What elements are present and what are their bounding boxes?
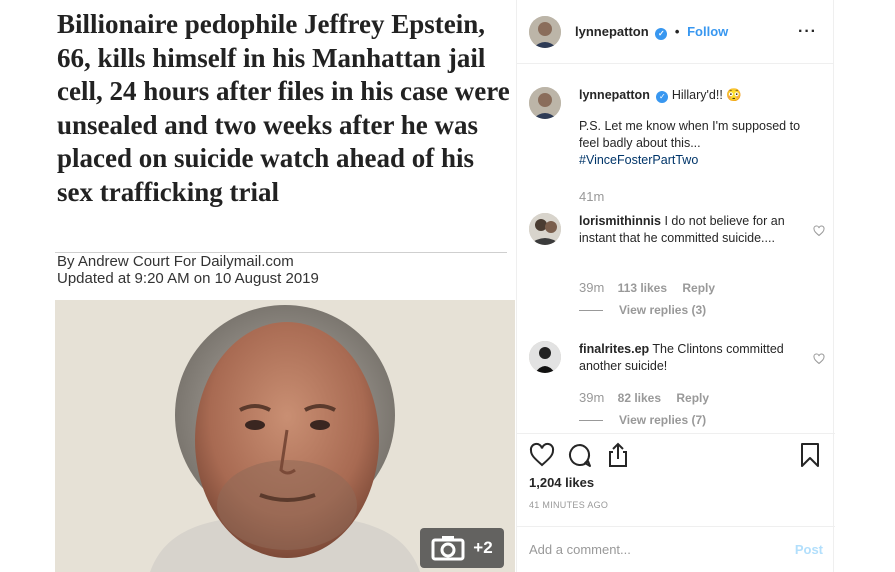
post-image[interactable]: Billionaire pedophile Jeffrey Epstein, 6… xyxy=(55,0,515,572)
portrait-photo: +2 xyxy=(55,300,515,572)
heart-icon[interactable] xyxy=(529,442,555,468)
caption-time[interactable]: 41m xyxy=(579,189,604,204)
header-username[interactable]: lynnepatton ✓ • Follow xyxy=(575,24,728,40)
verified-icon: ✓ xyxy=(656,91,669,103)
caption-meta: 41m xyxy=(579,189,614,204)
avatar-image xyxy=(529,15,561,48)
avatar-image xyxy=(529,213,561,245)
replies-line xyxy=(579,309,603,311)
caption-text: Hillary'd!! 😳 xyxy=(671,88,742,102)
article-headline: Billionaire pedophile Jeffrey Epstein, 6… xyxy=(57,9,510,207)
post-header: lynnepatton ✓ • Follow ··· xyxy=(517,0,833,64)
more-icon[interactable]: ··· xyxy=(798,23,817,41)
avatar[interactable] xyxy=(529,341,561,373)
post-button[interactable]: Post xyxy=(795,542,823,557)
comment-likes[interactable]: 82 likes xyxy=(618,391,661,405)
likes-count[interactable]: 1,204 likes xyxy=(529,475,594,490)
reply-button[interactable]: Reply xyxy=(676,391,709,405)
post-panel: lynnepatton ✓ • Follow ··· lynnepatton ✓… xyxy=(516,0,835,572)
view-replies-label[interactable]: View replies (3) xyxy=(619,303,706,317)
follow-button[interactable]: Follow xyxy=(687,24,728,39)
comment-body: finalrites.ep The Clintons committed ano… xyxy=(579,341,799,375)
avatar[interactable] xyxy=(529,213,561,245)
comment-time[interactable]: 39m xyxy=(579,390,604,405)
comment-meta: 39m 82 likes Reply xyxy=(579,390,721,405)
avatar[interactable] xyxy=(529,87,561,119)
article-byline: By Andrew Court For Dailymail.com xyxy=(57,253,294,270)
camera-icon xyxy=(431,536,465,561)
comment-icon[interactable] xyxy=(567,442,593,468)
post-actions: 1,204 likes 41 MINUTES AGO xyxy=(517,433,835,518)
caption-line1: lynnepatton ✓ Hillary'd!! 😳 xyxy=(579,87,819,104)
article-updated: Updated at 9:20 AM on 10 August 2019 xyxy=(57,270,319,287)
comments-list[interactable]: lynnepatton ✓ Hillary'd!! 😳 P.S. Let me … xyxy=(517,65,835,433)
comment-input[interactable] xyxy=(529,542,795,557)
comment-body: lorismithinnis I do not believe for an i… xyxy=(579,213,799,247)
view-replies[interactable]: View replies (3) xyxy=(579,303,706,317)
heart-icon[interactable] xyxy=(813,353,825,365)
replies-line xyxy=(579,419,603,421)
bookmark-icon[interactable] xyxy=(797,442,823,468)
username-text[interactable]: lynnepatton xyxy=(575,24,649,39)
comment-meta: 39m 113 likes Reply xyxy=(579,280,727,295)
avatar-image xyxy=(529,87,561,119)
comment-username[interactable]: finalrites.ep xyxy=(579,342,649,356)
heart-icon[interactable] xyxy=(813,225,825,237)
view-replies[interactable]: View replies (7) xyxy=(579,413,706,427)
add-comment-bar: Post xyxy=(517,526,835,572)
post-timestamp[interactable]: 41 MINUTES AGO xyxy=(529,500,608,510)
avatar-image xyxy=(529,341,561,373)
carousel-count: +2 xyxy=(473,538,493,557)
separator-dot: • xyxy=(674,23,680,39)
share-icon[interactable] xyxy=(605,442,631,468)
carousel-badge[interactable]: +2 xyxy=(420,528,504,568)
avatar[interactable] xyxy=(529,15,561,48)
caption-body: lynnepatton ✓ Hillary'd!! 😳 P.S. Let me … xyxy=(579,87,819,169)
comment-username[interactable]: lorismithinnis xyxy=(579,214,661,228)
verified-icon: ✓ xyxy=(655,27,668,40)
view-replies-label[interactable]: View replies (7) xyxy=(619,413,706,427)
reply-button[interactable]: Reply xyxy=(682,281,715,295)
action-icons xyxy=(529,442,823,472)
article-byline-block: By Andrew Court For Dailymail.com Update… xyxy=(57,253,507,287)
comment-time[interactable]: 39m xyxy=(579,280,604,295)
caption-username[interactable]: lynnepatton xyxy=(579,88,650,102)
caption-hashtag[interactable]: #VinceFosterPartTwo xyxy=(579,152,819,169)
caption-line2: P.S. Let me know when I'm supposed to fe… xyxy=(579,119,801,150)
comment-likes[interactable]: 113 likes xyxy=(618,281,667,295)
